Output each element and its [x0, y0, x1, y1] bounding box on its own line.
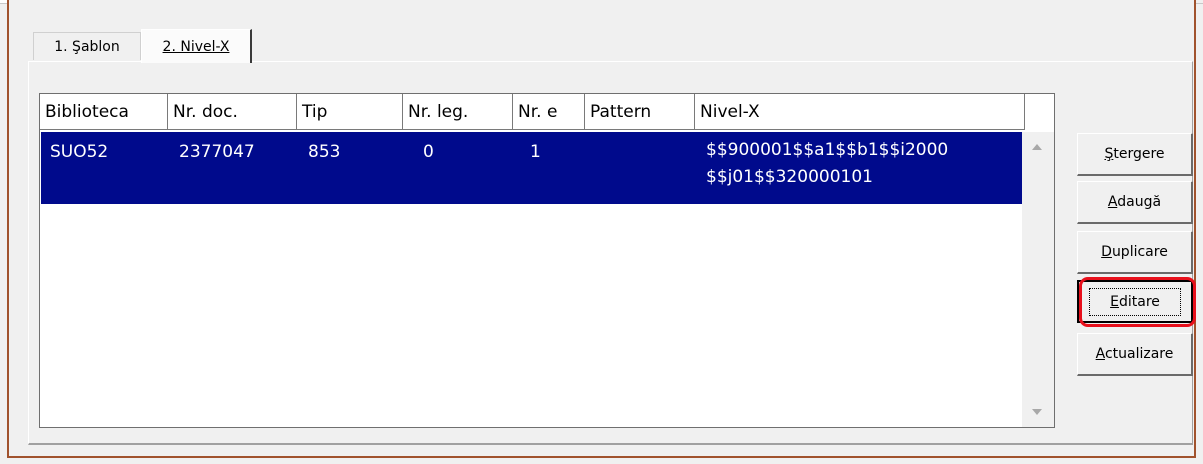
list-header: Biblioteca Nr. doc. Tip Nr. leg. Nr. e P… — [40, 94, 1025, 130]
cell-nr-leg: 0 — [423, 142, 434, 162]
tab-nivel-x[interactable]: 2. Nivel-X — [141, 29, 252, 63]
nivel-x-list[interactable]: Biblioteca Nr. doc. Tip Nr. leg. Nr. e P… — [39, 93, 1055, 428]
table-row[interactable]: SUO52 2377047 853 0 1 $$900001$$a1$$b1$$… — [41, 132, 1022, 204]
adauga-button[interactable]: Adaugă — [1077, 181, 1193, 224]
tab-sablon[interactable]: 1. Şablon — [33, 32, 141, 60]
duplicare-button-label: Duplicare — [1101, 244, 1168, 260]
editare-button-label: Editare — [1089, 287, 1181, 316]
column-header-pattern[interactable]: Pattern — [585, 94, 695, 130]
column-header-tip[interactable]: Tip — [297, 94, 403, 130]
column-header-biblioteca[interactable]: Biblioteca — [40, 94, 168, 130]
stergere-button-label: Ştergere — [1104, 146, 1165, 162]
column-header-nr-e[interactable]: Nr. e — [513, 94, 585, 130]
scroll-down-arrow-icon[interactable] — [1032, 409, 1042, 415]
column-header-nr-doc[interactable]: Nr. doc. — [168, 94, 297, 130]
tab-nivel-x-label: 2. Nivel-X — [162, 38, 230, 55]
stergere-button[interactable]: Ştergere — [1077, 133, 1193, 176]
actualizare-button-label: Actualizare — [1095, 346, 1174, 362]
cell-nr-doc: 2377047 — [179, 142, 255, 162]
tab-sablon-label: 1. Şablon — [54, 38, 120, 55]
cell-nivel-x-line1: $$900001$$a1$$b1$$i2000 — [706, 140, 949, 160]
cell-tip: 853 — [308, 142, 341, 162]
column-header-nr-leg[interactable]: Nr. leg. — [403, 94, 513, 130]
cell-nivel-x-line2: $$j01$$320000101 — [706, 167, 873, 187]
cell-biblioteca: SUO52 — [50, 142, 109, 162]
editare-button[interactable]: Editare — [1077, 280, 1193, 323]
duplicare-button[interactable]: Duplicare — [1077, 231, 1193, 274]
actualizare-button[interactable]: Actualizare — [1077, 333, 1193, 376]
scroll-up-arrow-icon[interactable] — [1032, 144, 1042, 150]
adauga-button-label: Adaugă — [1107, 194, 1162, 210]
cell-nr-e: 1 — [530, 142, 541, 162]
vertical-scrollbar[interactable] — [1022, 132, 1054, 427]
cell-nivel-x: $$900001$$a1$$b1$$i2000 $$j01$$320000101 — [706, 137, 948, 191]
column-header-nivel-x[interactable]: Nivel-X — [695, 94, 1025, 130]
